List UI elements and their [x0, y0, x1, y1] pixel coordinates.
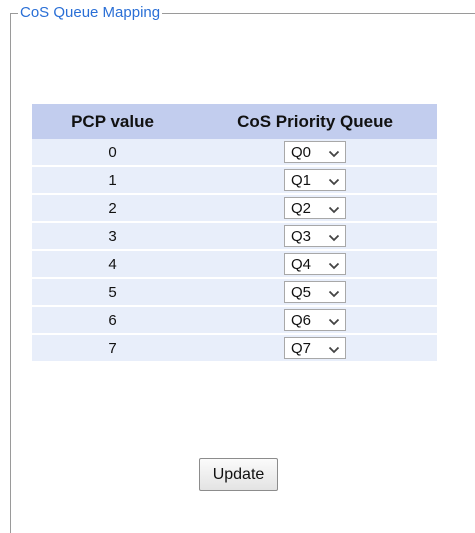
table-row: 2 Q2: [32, 194, 437, 223]
pcp-value-cell: 0: [32, 139, 193, 167]
queue-select-value: Q6: [291, 312, 312, 329]
queue-select[interactable]: Q5: [284, 281, 346, 303]
chevron-down-icon: [328, 178, 340, 186]
table-row: 4 Q4: [32, 250, 437, 279]
queue-cell: Q7: [193, 334, 437, 363]
queue-select[interactable]: Q0: [284, 141, 346, 163]
table-row: 6 Q6: [32, 306, 437, 335]
queue-cell: Q0: [193, 139, 437, 167]
chevron-down-icon: [328, 290, 340, 298]
queue-select[interactable]: Q7: [284, 337, 346, 359]
table-row: 0 Q0: [32, 139, 437, 167]
queue-select[interactable]: Q1: [284, 169, 346, 191]
queue-cell: Q1: [193, 166, 437, 195]
pcp-value-cell: 2: [32, 194, 193, 223]
queue-select-value: Q3: [291, 228, 312, 245]
table-row: 5 Q5: [32, 278, 437, 307]
pcp-value-cell: 6: [32, 306, 193, 335]
queue-select[interactable]: Q6: [284, 309, 346, 331]
queue-select[interactable]: Q4: [284, 253, 346, 275]
queue-select-value: Q4: [291, 256, 312, 273]
queue-cell: Q6: [193, 306, 437, 335]
pcp-value-cell: 3: [32, 222, 193, 251]
queue-select-value: Q1: [291, 172, 312, 189]
chevron-down-icon: [328, 206, 340, 214]
queue-cell: Q3: [193, 222, 437, 251]
pcp-value-cell: 1: [32, 166, 193, 195]
queue-cell: Q4: [193, 250, 437, 279]
chevron-down-icon: [328, 346, 340, 354]
chevron-down-icon: [328, 262, 340, 270]
table-header-row: PCP value CoS Priority Queue: [32, 104, 437, 139]
queue-select[interactable]: Q2: [284, 197, 346, 219]
chevron-down-icon: [328, 150, 340, 158]
queue-cell: Q5: [193, 278, 437, 307]
pcp-value-cell: 4: [32, 250, 193, 279]
queue-cell: Q2: [193, 194, 437, 223]
queue-select-value: Q5: [291, 284, 312, 301]
table-row: 1 Q1: [32, 166, 437, 195]
queue-select-value: Q7: [291, 340, 312, 357]
fieldset-legend: CoS Queue Mapping: [18, 4, 163, 22]
pcp-value-cell: 5: [32, 278, 193, 307]
table-row: 3 Q3: [32, 222, 437, 251]
table-row: 7 Q7: [32, 334, 437, 363]
chevron-down-icon: [328, 318, 340, 326]
header-pcp-value: PCP value: [32, 104, 193, 139]
pcp-value-cell: 7: [32, 334, 193, 363]
queue-select[interactable]: Q3: [284, 225, 346, 247]
table-body: 0 Q0 1 Q1 2 Q2 3 Q3 4 Q4 5 Q5 6 Q6 7 Q7: [32, 139, 437, 363]
queue-select-value: Q0: [291, 144, 312, 161]
queue-select-value: Q2: [291, 200, 312, 217]
header-cos-priority-queue: CoS Priority Queue: [193, 104, 437, 139]
update-button[interactable]: Update: [199, 458, 278, 491]
chevron-down-icon: [328, 234, 340, 242]
cos-queue-mapping-table: PCP value CoS Priority Queue 0 Q0 1 Q1 2 Q2 3 Q…: [32, 104, 437, 363]
